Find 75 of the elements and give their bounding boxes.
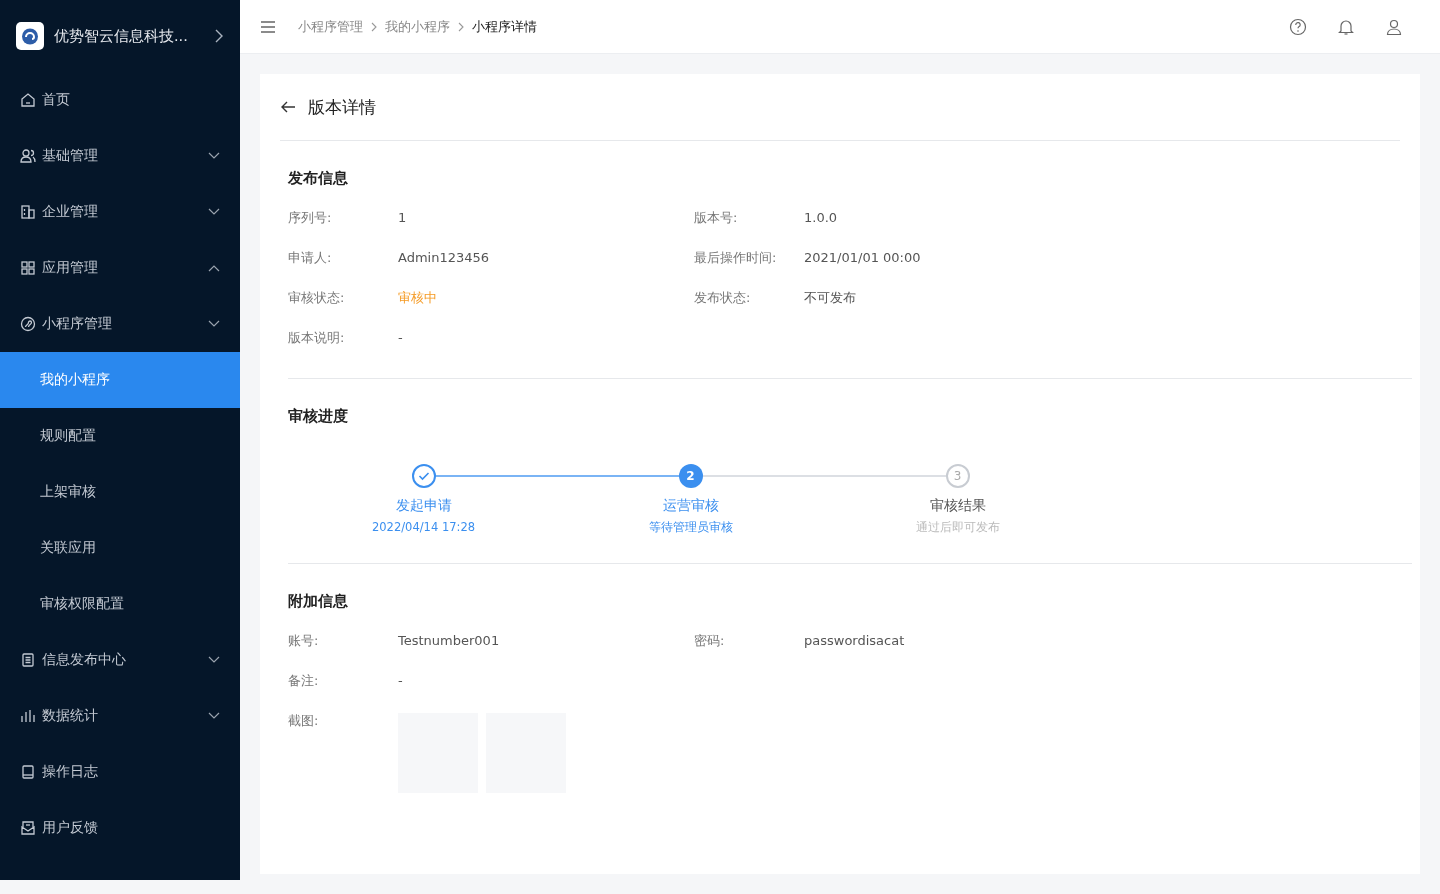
sidebar-item[interactable]: 企业管理 — [0, 184, 240, 240]
company-name: 优势智云信息科技... — [54, 26, 189, 46]
field-value: - — [398, 672, 404, 690]
sidebar-item[interactable]: 应用管理 — [0, 240, 240, 296]
bar-chart-icon — [20, 708, 36, 724]
section-title: 附加信息 — [288, 592, 349, 611]
field-label: 审核状态: — [288, 289, 346, 307]
field-value: 1 — [398, 209, 408, 227]
sidebar-item[interactable]: 操作日志 — [0, 744, 240, 800]
sidebar-item[interactable]: 用户反馈 — [0, 800, 240, 856]
home-icon — [20, 92, 36, 108]
sidebar-item[interactable]: 审核权限配置 — [0, 576, 240, 632]
building-icon — [20, 204, 36, 220]
chevron-right-icon — [370, 21, 378, 32]
chevron-down-icon — [208, 320, 220, 328]
users-icon — [20, 148, 36, 164]
field-label: 密码: — [694, 632, 726, 650]
field-label: 序列号: — [288, 209, 333, 227]
user-icon[interactable] — [1385, 17, 1403, 36]
field-value: 不可发布 — [804, 289, 857, 307]
breadcrumb-link[interactable]: 我的小程序 — [385, 17, 450, 36]
step-title: 发起申请 — [395, 497, 452, 515]
document-icon — [20, 652, 36, 668]
sidebar-item[interactable]: 小程序管理 — [0, 296, 240, 352]
step-number: 2 — [678, 464, 703, 488]
grid-icon — [20, 260, 36, 276]
field-label: 截图: — [288, 712, 320, 730]
field-value: 1.0.0 — [804, 209, 839, 227]
section-title: 审核进度 — [288, 407, 349, 426]
breadcrumb-current: 小程序详情 — [472, 17, 537, 36]
step-description: 通过后即可发布 — [915, 520, 1000, 535]
sidebar-item[interactable]: 关联应用 — [0, 520, 240, 576]
chevron-right-icon — [457, 21, 465, 32]
field-label: 发布状态: — [694, 289, 752, 307]
chevron-up-icon — [208, 264, 220, 272]
link-circle-icon — [20, 316, 36, 332]
step-description: 等待管理员审核 — [648, 520, 733, 535]
help-icon[interactable] — [1289, 17, 1307, 36]
chevron-down-icon — [208, 208, 220, 216]
sidebar-item[interactable]: 首页 — [0, 72, 240, 128]
step-title: 审核结果 — [929, 497, 986, 515]
field-value: Admin123456 — [398, 249, 491, 267]
field-label: 备注: — [288, 672, 320, 690]
sidebar-item[interactable]: 上架审核 — [0, 464, 240, 520]
step-title: 运营审核 — [662, 497, 719, 515]
section-title: 发布信息 — [288, 169, 349, 188]
sidebar-item[interactable]: 数据统计 — [0, 688, 240, 744]
field-label: 版本说明: — [288, 329, 346, 347]
sidebar-item[interactable]: 信息发布中心 — [0, 632, 240, 688]
field-value: 2021/01/01 00:00 — [804, 249, 922, 267]
logo-icon — [16, 22, 44, 50]
bell-icon[interactable] — [1337, 17, 1355, 36]
inbox-icon — [20, 820, 36, 836]
step-description: 2022/04/14 17:28 — [371, 520, 476, 534]
chevron-down-icon — [208, 152, 220, 160]
breadcrumb-link[interactable]: 小程序管理 — [298, 17, 363, 36]
field-value: Testnumber001 — [398, 632, 501, 650]
back-arrow-icon[interactable] — [280, 100, 296, 114]
field-label: 申请人: — [288, 249, 333, 267]
field-label: 版本号: — [694, 209, 739, 227]
page-title: 版本详情 — [308, 95, 376, 119]
field-value: passwordisacat — [804, 632, 906, 650]
field-label: 最后操作时间: — [694, 249, 778, 267]
field-value: - — [398, 329, 404, 347]
chevron-right-icon[interactable] — [214, 29, 224, 43]
notebook-icon — [20, 764, 36, 780]
chevron-down-icon — [208, 712, 220, 720]
sidebar-item[interactable]: 我的小程序 — [0, 352, 240, 408]
sidebar-item[interactable]: 规则配置 — [0, 408, 240, 464]
field-label: 账号: — [288, 632, 320, 650]
chevron-down-icon — [208, 656, 220, 664]
field-value: 审核中 — [398, 289, 438, 307]
sidebar-item[interactable]: 基础管理 — [0, 128, 240, 184]
step-number: 3 — [945, 464, 970, 488]
menu-icon[interactable] — [260, 19, 276, 34]
